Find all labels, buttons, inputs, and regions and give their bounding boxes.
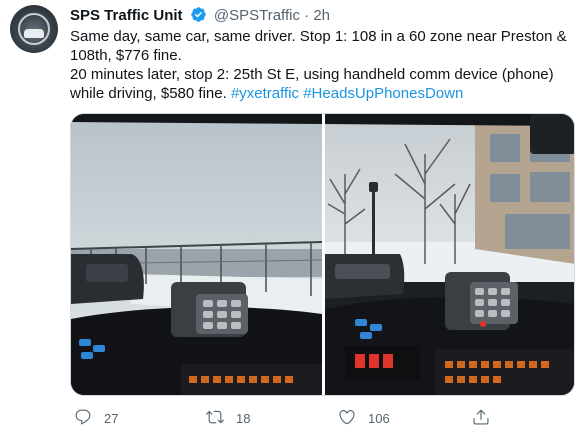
avatar-car-graphic — [24, 29, 44, 38]
tweet-actions: 27 18 106 — [70, 407, 575, 429]
reply-count: 27 — [104, 410, 119, 426]
tweet-text-line-1: Same day, same car, same driver. Stop 1:… — [70, 28, 567, 64]
hashtag-headsupphonesdown[interactable]: #HeadsUpPhonesDown — [303, 85, 463, 102]
share-icon — [472, 408, 490, 429]
retweet-button[interactable]: 18 — [206, 407, 250, 429]
heart-icon — [338, 408, 356, 429]
retweet-icon — [206, 408, 224, 429]
verified-badge-icon — [190, 6, 207, 28]
tweet-header: SPS Traffic Unit @SPSTraffic · 2h — [70, 6, 330, 28]
reply-icon — [74, 408, 92, 429]
hashtag-yxetraffic[interactable]: #yxetraffic — [231, 85, 299, 102]
tweet[interactable]: SPS Traffic Unit @SPSTraffic · 2h Same d… — [0, 0, 585, 434]
like-count: 106 — [368, 410, 390, 426]
share-button[interactable] — [472, 407, 490, 429]
media-grid — [70, 113, 575, 396]
avatar[interactable] — [10, 5, 58, 53]
handle[interactable]: @SPSTraffic — [214, 7, 300, 24]
reply-button[interactable]: 27 — [74, 407, 118, 429]
retweet-count: 18 — [236, 410, 251, 426]
separator-dot: · — [304, 7, 310, 24]
tweet-text-line-2: 20 minutes later, stop 2: 25th St E, usi… — [70, 65, 575, 103]
display-name[interactable]: SPS Traffic Unit — [70, 7, 183, 24]
timestamp[interactable]: 2h — [313, 7, 330, 24]
photo-2[interactable] — [325, 114, 574, 395]
like-button[interactable]: 106 — [338, 407, 390, 429]
tweet-text: Same day, same car, same driver. Stop 1:… — [70, 27, 575, 103]
photo-1[interactable] — [71, 114, 322, 395]
